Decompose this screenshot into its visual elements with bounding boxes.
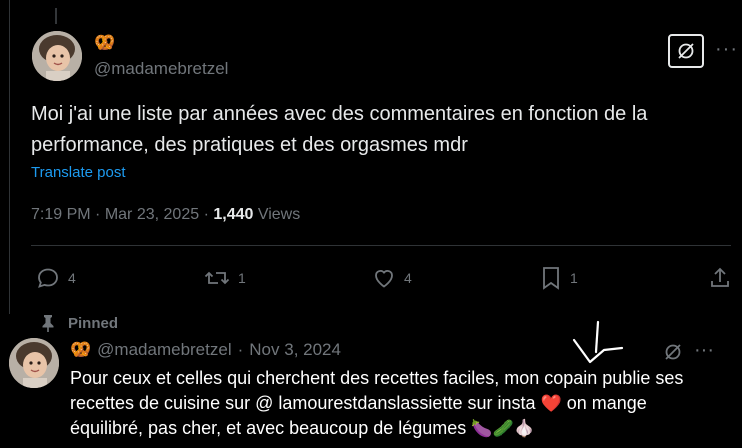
heart-icon — [375, 270, 393, 288]
main-post: 🥨 @madamebretzel ··· Moi j'ai une liste … — [12, 0, 742, 314]
views-label: Views — [257, 206, 301, 223]
pinned-indicator: Pinned — [40, 314, 118, 332]
user-handle[interactable]: @madamebretzel — [94, 59, 228, 79]
views-count: 1,440 — [213, 206, 254, 223]
thread-line — [55, 8, 57, 24]
repost-button[interactable]: 1 — [204, 266, 246, 290]
repost-count: 1 — [238, 270, 246, 286]
separator: · — [237, 340, 244, 359]
reply-button[interactable]: 4 — [36, 266, 76, 290]
repost-icon — [204, 271, 230, 285]
grok-icon — [665, 344, 681, 360]
pinned-post-text: Pour ceux et celles qui cherchent des re… — [70, 366, 720, 441]
veggie-emojis: 🍆🥒🧄 — [471, 419, 535, 438]
pretzel-badge: 🥨 — [94, 33, 116, 52]
column-border — [9, 0, 10, 314]
divider — [31, 245, 731, 246]
post-metadata: 7:19 PM · Mar 23, 2025 · 1,440 Views — [31, 206, 301, 223]
share-icon — [711, 267, 729, 287]
reply-count: 4 — [68, 270, 76, 286]
post-time[interactable]: 7:19 PM — [31, 206, 91, 223]
avatar[interactable] — [32, 31, 82, 81]
grok-button[interactable] — [668, 34, 704, 68]
pin-icon — [42, 315, 54, 332]
pinned-post[interactable]: Pinned 🥨 @madamebretzel · Nov 3, 2024 ··… — [0, 314, 742, 448]
pretzel-badge: 🥨 — [70, 340, 92, 359]
pinned-label: Pinned — [68, 314, 119, 332]
translate-link[interactable]: Translate post — [31, 164, 126, 181]
handdrawn-arrow-annotation — [572, 320, 624, 364]
post-date[interactable]: Nov 3, 2024 — [249, 340, 341, 360]
like-button[interactable]: 4 — [372, 266, 412, 290]
bookmark-count: 1 — [570, 270, 578, 286]
like-count: 4 — [404, 270, 412, 286]
post-text: Moi j'ai une liste par années avec des c… — [31, 103, 648, 156]
more-options-icon[interactable]: ··· — [694, 339, 714, 362]
post-date[interactable]: Mar 23, 2025 — [105, 206, 199, 223]
share-button[interactable] — [708, 266, 740, 290]
user-handle[interactable]: @madamebretzel — [97, 340, 231, 360]
red-heart-emoji: ❤️ — [540, 394, 562, 413]
grok-button[interactable] — [663, 342, 683, 367]
bookmark-icon — [543, 267, 559, 290]
action-bar: 4 1 4 1 — [12, 262, 742, 292]
pinned-post-header: 🥨 @madamebretzel · Nov 3, 2024 — [70, 340, 341, 360]
grok-icon — [678, 43, 694, 59]
reply-icon — [38, 268, 58, 288]
more-options-icon[interactable]: ··· — [715, 38, 738, 61]
avatar[interactable] — [9, 338, 59, 388]
bookmark-button[interactable]: 1 — [540, 266, 578, 290]
